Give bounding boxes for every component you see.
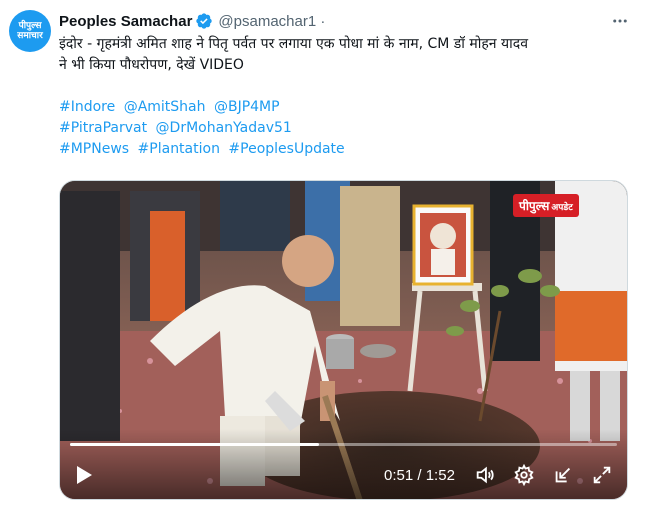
channel-badge: पीपुल्स अपडेट: [513, 194, 579, 217]
badge-sub-text: अपडेट: [551, 203, 573, 213]
fullscreen-icon[interactable]: [590, 463, 614, 487]
progress-fill: [70, 443, 319, 446]
tweet-text-line2: ने भी किया पौधरोपण, देखें VIDEO: [59, 57, 244, 73]
hashtag-row: #MPNews #Plantation #PeoplesUpdate: [59, 139, 644, 160]
volume-icon[interactable]: [473, 463, 497, 487]
verified-badge-icon: [195, 12, 213, 30]
avatar-text-line1: पीपुल्स: [18, 21, 42, 31]
avatar-text-line2: समाचार: [17, 31, 43, 41]
mention-link[interactable]: @BJP4MP: [214, 99, 280, 115]
mention-link[interactable]: @DrMohanYadav51: [156, 120, 292, 136]
gear-icon[interactable]: [512, 463, 536, 487]
play-icon[interactable]: [72, 463, 96, 487]
minimize-icon[interactable]: [551, 463, 575, 487]
account-handle[interactable]: @psamachar1 ·: [218, 13, 325, 30]
avatar[interactable]: पीपुल्स समाचार: [9, 10, 51, 52]
tweet-text: इंदोर - गृहमंत्री अमित शाह ने पितृ पर्वत…: [59, 34, 644, 160]
hashtag-link[interactable]: #PitraParvat: [59, 120, 147, 136]
badge-main-text: पीपुल्स: [519, 199, 550, 213]
mention-link[interactable]: @AmitShah: [124, 99, 206, 115]
time-separator: /: [413, 467, 426, 484]
video-controls-overlay: [60, 429, 627, 499]
progress-bar[interactable]: [70, 443, 617, 446]
handle-separator: ·: [316, 12, 326, 30]
hashtag-link[interactable]: #MPNews: [59, 141, 129, 157]
time-current: 0:51: [384, 467, 414, 484]
hashtag-link[interactable]: #Plantation: [138, 141, 220, 157]
more-options-icon[interactable]: [606, 10, 634, 32]
account-name[interactable]: Peoples Samachar: [59, 13, 192, 30]
hashtag-link[interactable]: #Indore: [59, 99, 115, 115]
time-total: 1:52: [425, 467, 455, 484]
video-player[interactable]: पीपुल्स अपडेट 0:51 / 1:52: [59, 180, 628, 500]
tweet-header: Peoples Samachar @psamachar1 ·: [59, 10, 325, 32]
hashtag-row: #Indore @AmitShah @BJP4MP: [59, 97, 644, 118]
hashtag-link[interactable]: #PeoplesUpdate: [228, 141, 344, 157]
video-time: 0:51 / 1:52: [384, 467, 455, 484]
hashtag-row: #PitraParvat @DrMohanYadav51: [59, 118, 644, 139]
handle-text: @psamachar1: [218, 12, 317, 30]
tweet-text-line1: इंदोर - गृहमंत्री अमित शाह ने पितृ पर्वत…: [59, 36, 528, 52]
